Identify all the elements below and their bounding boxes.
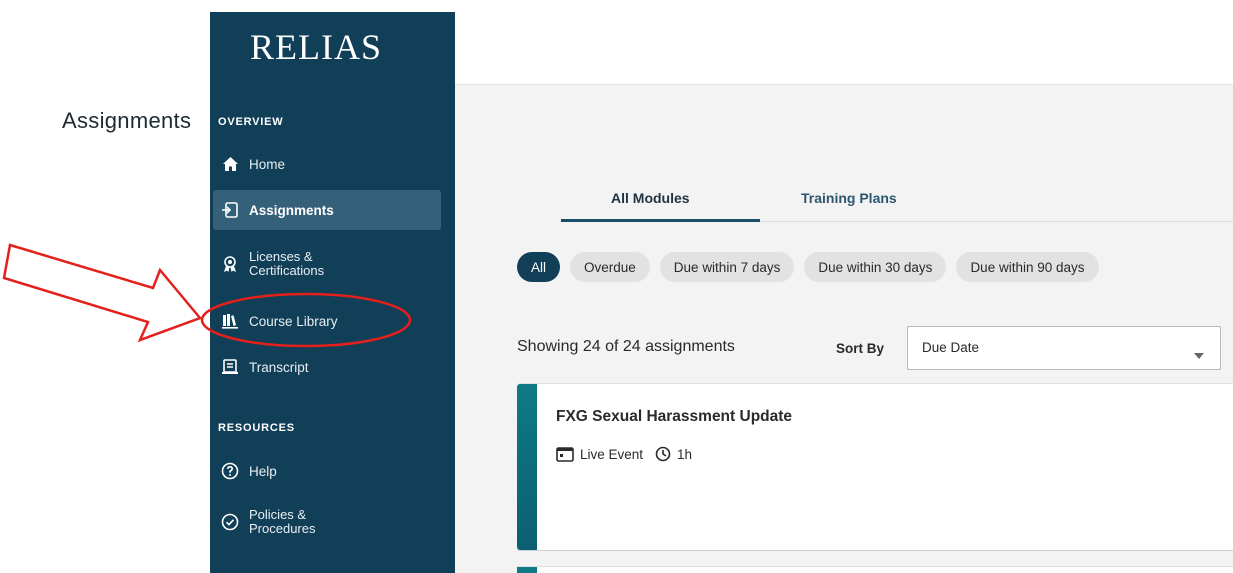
check-circle-icon: [221, 513, 239, 531]
assignment-card[interactable]: FXG Sexual Harassment Update Live Event …: [517, 383, 1233, 551]
library-books-icon: [221, 312, 239, 330]
chevron-down-icon: [1194, 346, 1204, 364]
sidebar-item-licenses-certifications[interactable]: Licenses & Certifications: [213, 244, 441, 284]
overview-section-label: OVERVIEW: [218, 116, 284, 128]
filter-chips: All Overdue Due within 7 days Due within…: [517, 252, 1099, 282]
assignment-meta: Live Event 1h: [556, 446, 692, 462]
sidebar-item-transcript[interactable]: Transcript: [213, 352, 441, 382]
resources-section-label: RESOURCES: [218, 422, 295, 434]
clock-icon: [655, 446, 671, 462]
help-circle-icon: [221, 462, 239, 480]
card-accent-bar: [517, 384, 537, 550]
page-title: Assignments: [62, 108, 192, 133]
assignments-icon: [221, 201, 239, 219]
tab-training-plans[interactable]: Training Plans: [801, 190, 897, 206]
relias-logo[interactable]: RELIAS: [250, 26, 382, 68]
filter-chip-all[interactable]: All: [517, 252, 561, 282]
transcript-icon: [221, 358, 239, 376]
sidebar-item-label: Transcript: [249, 359, 309, 375]
filter-chip-due-90-days[interactable]: Due within 90 days: [956, 252, 1099, 282]
sidebar-item-label: Assignments: [249, 202, 334, 218]
sort-by-select[interactable]: Due Date: [907, 326, 1221, 370]
top-header-bar: [455, 12, 1233, 85]
sidebar-item-label: Course Library: [249, 313, 338, 329]
assignment-tabs: All Modules Training Plans: [561, 178, 1233, 222]
sort-by-label: Sort By: [836, 341, 885, 356]
card-accent-bar: [517, 567, 537, 573]
sidebar-item-assignments[interactable]: Assignments: [213, 190, 441, 230]
sidebar-item-help[interactable]: Help: [213, 456, 441, 486]
sidebar-item-label: Help: [249, 463, 277, 479]
filter-chip-overdue[interactable]: Overdue: [570, 252, 650, 282]
sidebar-item-label: Procedures: [249, 521, 316, 536]
filter-chip-due-30-days[interactable]: Due within 30 days: [804, 252, 947, 282]
sidebar-item-label: Licenses &: [249, 249, 313, 264]
screenshot-canvas: RELIAS OVERVIEW Home Assignments License…: [0, 0, 1233, 573]
results-count: Showing 24 of 24 assignments: [517, 338, 735, 355]
assignment-card-next[interactable]: [517, 566, 1233, 573]
sort-by-value: Due Date: [922, 340, 980, 355]
sidebar-item-policies-procedures[interactable]: Policies & Procedures: [213, 502, 441, 542]
home-icon: [221, 155, 239, 173]
assignment-title[interactable]: FXG Sexual Harassment Update: [556, 408, 792, 426]
sidebar: RELIAS OVERVIEW Home Assignments License…: [210, 12, 455, 573]
ribbon-badge-icon: [221, 255, 239, 273]
sidebar-item-label: Home: [249, 156, 286, 172]
assignment-duration: 1h: [677, 446, 693, 462]
annotation-arrow: [2, 243, 203, 343]
sidebar-item-label: Policies &: [249, 507, 307, 522]
sidebar-item-home[interactable]: Home: [213, 148, 441, 180]
calendar-icon: [556, 446, 574, 462]
tab-all-modules[interactable]: All Modules: [611, 190, 690, 206]
assignment-type: Live Event: [580, 446, 644, 462]
sidebar-item-label: Certifications: [249, 263, 325, 278]
sidebar-item-course-library[interactable]: Course Library: [213, 306, 441, 336]
filter-chip-due-7-days[interactable]: Due within 7 days: [659, 252, 795, 282]
tab-active-indicator: [561, 219, 760, 222]
